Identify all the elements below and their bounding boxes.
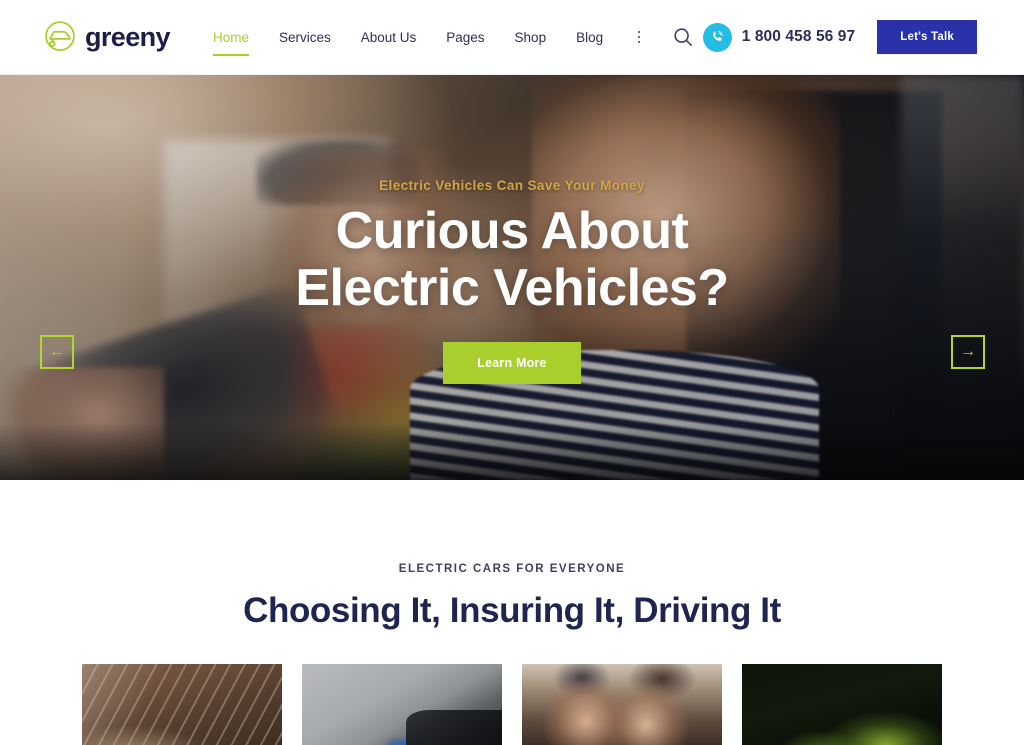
header-contact: 1 800 458 56 97 Let's Talk <box>702 20 977 54</box>
feature-card[interactable] <box>522 664 722 745</box>
card-image-green-leaf <box>742 664 942 745</box>
charging-plug-highlight <box>386 739 422 745</box>
hero-slider: Electric Vehicles Can Save Your Money Cu… <box>0 75 1024 480</box>
nav-item-about-us[interactable]: About Us <box>346 30 432 45</box>
feature-card[interactable] <box>82 664 282 745</box>
arrow-left-icon[interactable]: ← <box>40 335 74 369</box>
dot <box>637 35 641 39</box>
arrow-right-icon[interactable]: → <box>951 335 985 369</box>
car-circle-icon <box>42 19 78 55</box>
nav-item-home[interactable]: Home <box>198 30 264 56</box>
lets-talk-button[interactable]: Let's Talk <box>877 20 977 54</box>
features-section: ELECTRIC CARS FOR EVERYONE Choosing It, … <box>0 480 1024 745</box>
hero-title-line-2: Electric Vehicles? <box>295 259 729 317</box>
site-header: greeny Home Services About Us Pages Shop… <box>0 0 1024 75</box>
main-nav: Home Services About Us Pages Shop Blog <box>198 24 696 56</box>
search-icon[interactable] <box>670 24 696 50</box>
section-title: Choosing It, Insuring It, Driving It <box>243 591 781 630</box>
logo[interactable]: greeny <box>42 19 171 55</box>
hero-content: Electric Vehicles Can Save Your Money Cu… <box>0 75 1024 480</box>
logo-text: greeny <box>85 21 171 52</box>
vertical-dots-icon[interactable] <box>628 26 650 48</box>
hero-title: Curious About Electric Vehicles? <box>295 202 729 317</box>
dot <box>637 40 641 44</box>
card-image-ev-charging-port <box>302 664 502 745</box>
feature-card[interactable] <box>302 664 502 745</box>
card-image-solar-panel-car-roof <box>82 664 282 745</box>
dot <box>637 30 641 34</box>
card-image-two-women-in-car <box>522 664 722 745</box>
hero-title-line-1: Curious About <box>335 202 689 260</box>
nav-item-shop[interactable]: Shop <box>500 30 562 45</box>
nav-item-services[interactable]: Services <box>264 30 346 45</box>
feature-card-list <box>0 664 1024 745</box>
phone-ring-icon[interactable] <box>702 22 732 52</box>
learn-more-button[interactable]: Learn More <box>443 342 581 384</box>
hero-subtitle: Electric Vehicles Can Save Your Money <box>379 178 645 193</box>
phone-number[interactable]: 1 800 458 56 97 <box>742 28 856 46</box>
nav-item-blog[interactable]: Blog <box>561 30 618 45</box>
nav-item-pages[interactable]: Pages <box>431 30 499 45</box>
feature-card[interactable] <box>742 664 942 745</box>
section-eyebrow: ELECTRIC CARS FOR EVERYONE <box>398 563 626 575</box>
